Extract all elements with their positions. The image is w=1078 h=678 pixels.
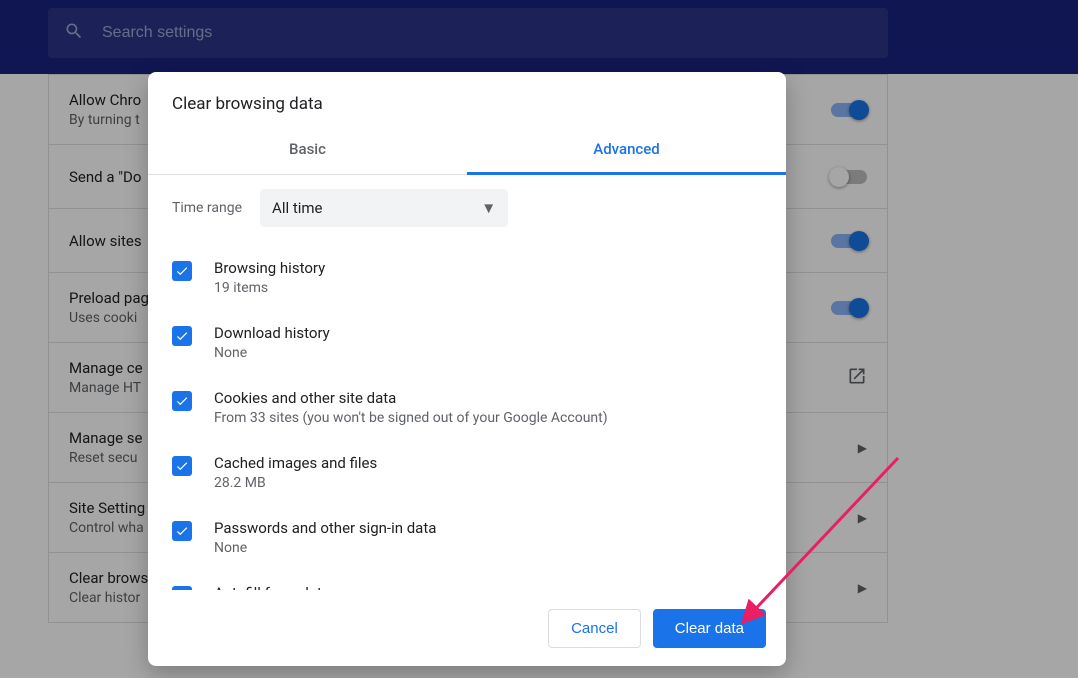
dialog-tabs: Basic Advanced (148, 126, 786, 175)
caret-down-icon: ▼ (481, 199, 496, 217)
toggle-switch[interactable] (831, 170, 867, 184)
checkbox[interactable] (172, 391, 192, 411)
checklist-item-subtitle: From 33 sites (you won't be signed out o… (214, 410, 608, 426)
search-settings[interactable] (48, 8, 888, 58)
checkbox[interactable] (172, 261, 192, 281)
external-link-icon[interactable] (847, 366, 867, 390)
search-input[interactable] (102, 24, 872, 42)
chevron-right-icon: ▶ (858, 581, 867, 595)
time-range-value: All time (272, 199, 322, 217)
toggle-switch[interactable] (831, 301, 867, 315)
cancel-button[interactable]: Cancel (548, 609, 641, 648)
checklist-row[interactable]: Cookies and other site data From 33 sites… (172, 375, 762, 440)
checklist-item-title: Download history (214, 324, 330, 342)
toggle-switch[interactable] (831, 234, 867, 248)
checklist-row[interactable]: Download history None (172, 310, 762, 375)
checklist-item-title: Cached images and files (214, 454, 377, 472)
chevron-right-icon: ▶ (858, 441, 867, 455)
checklist-item-subtitle: None (214, 540, 436, 556)
dialog-body[interactable]: Time range All time ▼ Browsing history 19… (148, 175, 786, 590)
checklist-row[interactable]: Passwords and other sign-in data None (172, 505, 762, 570)
checkbox[interactable] (172, 521, 192, 541)
clear-browsing-data-dialog: Clear browsing data Basic Advanced Time … (148, 72, 786, 666)
time-range-label: Time range (172, 200, 242, 216)
checklist-row[interactable]: Cached images and files 28.2 MB (172, 440, 762, 505)
checklist-item-subtitle: 28.2 MB (214, 475, 377, 491)
checklist-row[interactable]: Autofill form data (172, 570, 762, 590)
toggle-switch[interactable] (831, 103, 867, 117)
checkbox[interactable] (172, 586, 192, 590)
time-range-select[interactable]: All time ▼ (260, 189, 508, 227)
checklist-item-title: Browsing history (214, 259, 325, 277)
dialog-footer: Cancel Clear data (148, 590, 786, 666)
search-icon (64, 21, 84, 45)
checklist-item-subtitle: None (214, 345, 330, 361)
chevron-right-icon: ▶ (858, 511, 867, 525)
dialog-title: Clear browsing data (148, 72, 786, 126)
settings-header (0, 0, 1078, 74)
checkbox[interactable] (172, 456, 192, 476)
tab-advanced[interactable]: Advanced (467, 126, 786, 175)
clear-data-button[interactable]: Clear data (653, 609, 766, 648)
checklist-item-title: Autofill form data (214, 584, 330, 590)
checklist-item-title: Passwords and other sign-in data (214, 519, 436, 537)
tab-basic[interactable]: Basic (148, 126, 467, 174)
checklist-item-title: Cookies and other site data (214, 389, 608, 407)
checklist-item-subtitle: 19 items (214, 280, 325, 296)
checklist-row[interactable]: Browsing history 19 items (172, 245, 762, 310)
time-range-row: Time range All time ▼ (172, 189, 762, 227)
checkbox[interactable] (172, 326, 192, 346)
